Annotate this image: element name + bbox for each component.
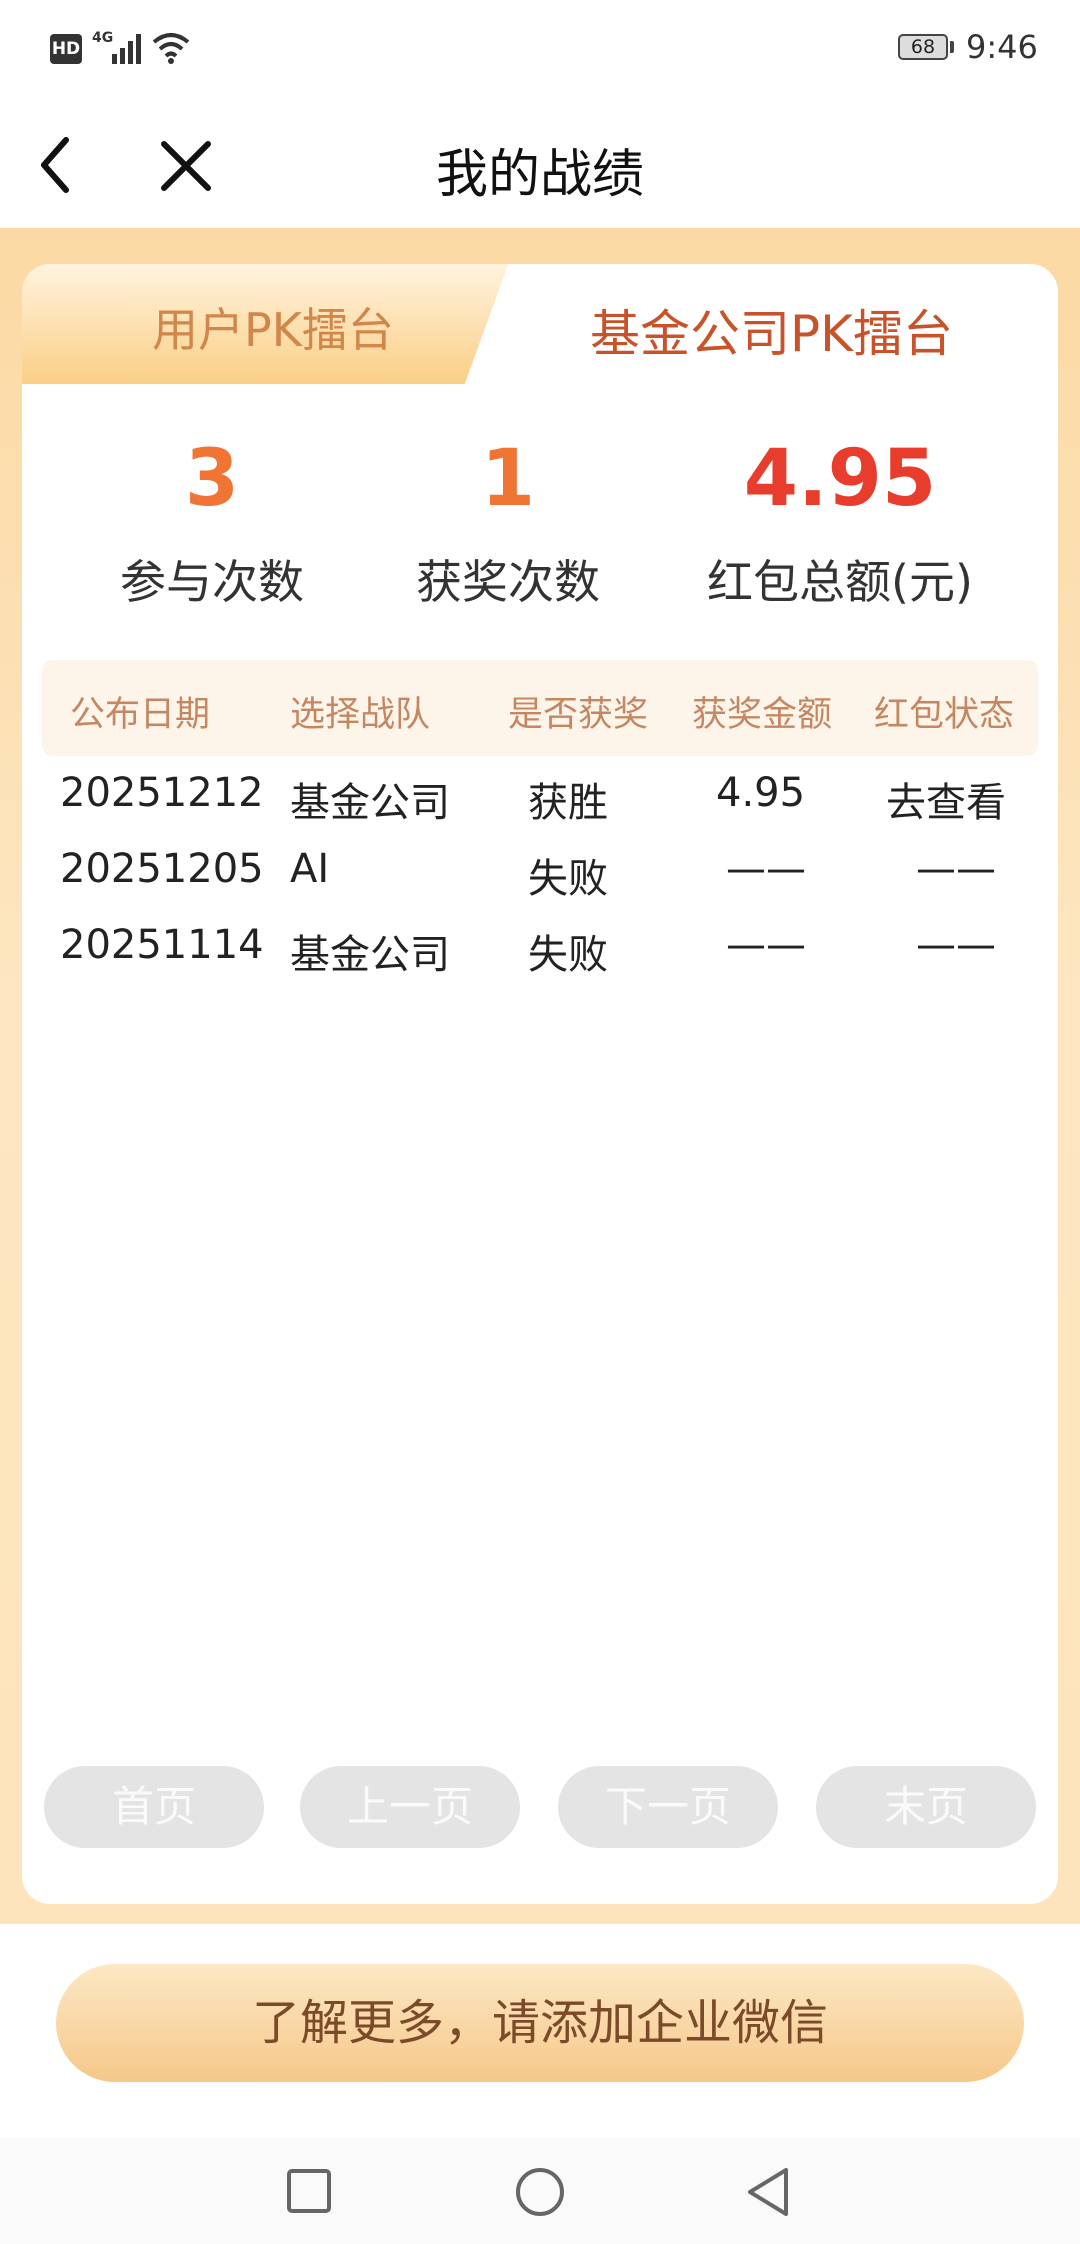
cell-amount: —— bbox=[726, 922, 806, 968]
cell-date: 20251114 bbox=[60, 922, 264, 968]
table-row: 20251212 基金公司 获胜 4.95 去查看 bbox=[22, 770, 1058, 840]
recents-icon[interactable] bbox=[286, 2168, 332, 2214]
clock: 9:46 bbox=[966, 28, 1038, 66]
records-card: 用户PK擂台 基金公司PK擂台 3 参与次数 1 获奖次数 4.95 红包总额(… bbox=[22, 264, 1058, 1904]
cell-team: 基金公司 bbox=[290, 932, 450, 978]
cell-team: 基金公司 bbox=[290, 780, 450, 826]
battery-tip bbox=[950, 41, 954, 53]
last-page-button[interactable]: 末页 bbox=[816, 1766, 1036, 1848]
stat-wins: 1 获奖次数 bbox=[358, 434, 658, 612]
hd-icon: HD bbox=[50, 34, 82, 64]
navigation-bar: 我的战绩 bbox=[0, 100, 1080, 228]
home-icon[interactable] bbox=[514, 2166, 566, 2218]
stat-label: 红包总额(元) bbox=[707, 555, 973, 609]
signal-icon bbox=[112, 34, 141, 64]
content-panel: 用户PK擂台 基金公司PK擂台 3 参与次数 1 获奖次数 4.95 红包总额(… bbox=[0, 228, 1080, 1924]
battery-icon: 68 bbox=[898, 34, 948, 60]
next-page-button[interactable]: 下一页 bbox=[558, 1766, 778, 1848]
stat-value: 1 bbox=[480, 434, 536, 524]
network-type-label: 4G bbox=[92, 30, 114, 46]
cell-amount: —— bbox=[726, 846, 806, 892]
cell-result: 获胜 bbox=[528, 780, 608, 826]
column-header: 红包状态 bbox=[874, 695, 1015, 735]
cell-amount: 4.95 bbox=[716, 770, 806, 816]
first-page-button[interactable]: 首页 bbox=[44, 1766, 264, 1848]
column-header: 选择战队 bbox=[290, 695, 431, 735]
stat-red-packet-total: 4.95 红包总额(元) bbox=[670, 434, 1010, 612]
cell-result: 失败 bbox=[528, 932, 608, 978]
cell-result: 失败 bbox=[528, 856, 608, 902]
cell-date: 20251212 bbox=[60, 770, 264, 816]
tab-user-pk-label: 用户PK擂台 bbox=[152, 303, 394, 357]
system-navigation-bar bbox=[0, 2138, 1080, 2244]
stat-value: 3 bbox=[184, 434, 240, 524]
table-header: 公布日期 选择战队 是否获奖 获奖金额 红包状态 bbox=[42, 660, 1038, 756]
back-nav-icon[interactable] bbox=[744, 2166, 792, 2218]
add-wecom-button[interactable]: 了解更多，请添加企业微信 bbox=[56, 1964, 1024, 2082]
stat-value: 4.95 bbox=[743, 434, 937, 524]
page-title: 我的战绩 bbox=[435, 145, 644, 205]
cell-status: —— bbox=[916, 922, 996, 968]
status-bar: HD 4G 68 9:46 bbox=[0, 0, 1080, 100]
prev-page-button[interactable]: 上一页 bbox=[300, 1766, 520, 1848]
tab-fund-company-pk-label: 基金公司PK擂台 bbox=[590, 305, 953, 363]
column-header: 公布日期 bbox=[70, 695, 211, 735]
table-row: 20251114 基金公司 失败 —— —— bbox=[22, 922, 1058, 992]
column-header: 是否获奖 bbox=[508, 695, 649, 735]
table-row: 20251205 AI 失败 —— —— bbox=[22, 846, 1058, 916]
column-header: 获奖金额 bbox=[692, 695, 833, 735]
view-red-packet-link[interactable]: 去查看 bbox=[886, 770, 1006, 828]
cell-status: —— bbox=[916, 846, 996, 892]
wifi-icon bbox=[152, 33, 190, 64]
stat-participation: 3 参与次数 bbox=[62, 434, 362, 612]
stat-label: 获奖次数 bbox=[416, 555, 600, 609]
cell-date: 20251205 bbox=[60, 846, 264, 892]
stat-label: 参与次数 bbox=[120, 555, 304, 609]
cell-team: AI bbox=[290, 846, 330, 892]
